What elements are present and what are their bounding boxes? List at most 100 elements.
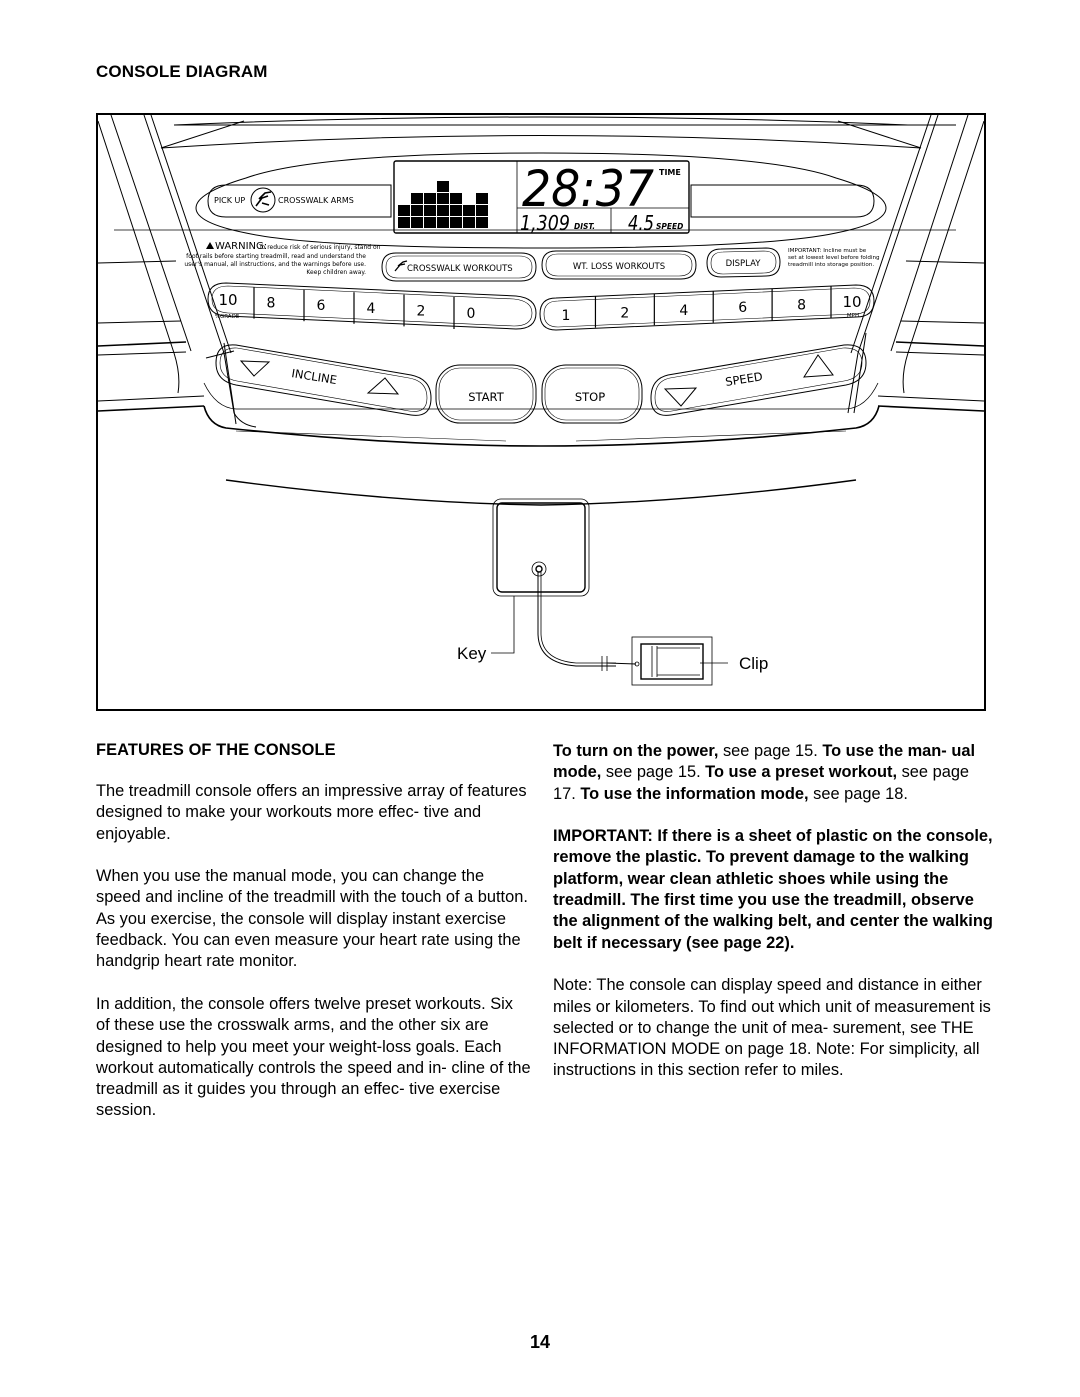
distance-label: DIST. [574,222,595,231]
safety-clip[interactable] [631,636,713,686]
features-right-column: To turn on the power, see page 15. To us… [553,741,995,1103]
profile-bar-cell [476,205,488,216]
time-value: 28:37 [522,160,654,218]
distance-value: 1,309 [520,211,570,235]
svg-text:START: START [468,390,504,404]
speed-key-10[interactable]: 10 [842,293,861,311]
speed-unit-label: MPH [847,313,859,319]
ref-preset-bold: To use a preset workout, [705,763,898,782]
incline-down-arrow-icon [239,360,271,377]
incline-keypad: 10 8 6 4 2 0 %GRADE [207,282,537,330]
page-references-paragraph: To turn on the power, see page 15. To us… [553,741,995,805]
intro-paragraph: The treadmill console offers an impressi… [96,782,527,843]
important-paragraph: IMPORTANT: If there is a sheet of plasti… [553,827,993,952]
svg-text:CROSSWALK WORKOUTS: CROSSWALK WORKOUTS [407,264,513,274]
speed-label: SPEED [656,222,683,231]
svg-text:DISPLAY: DISPLAY [726,259,762,269]
profile-bar-cell [437,217,449,228]
profile-bar-cell [424,217,436,228]
incline-button[interactable]: INCLINE [215,344,432,416]
important-incline-note: IMPORTANT: Incline must be set at lowest… [788,248,880,268]
profile-bar-cell [476,193,488,204]
start-button[interactable]: START [435,364,537,424]
ref-manual-text: see page 15. [601,763,706,782]
section-title-features: FEATURES OF THE CONSOLE [96,741,336,759]
profile-bar-cell [450,205,462,216]
incline-key-2[interactable]: 2 [417,303,426,319]
svg-text:IMPORTANT: Incline must be: IMPORTANT: Incline must be [788,248,867,254]
speed-down-arrow-icon [663,387,698,407]
warning-line-1: To reduce risk of serious injury, stand … [258,244,381,251]
crosswalk-workouts-button[interactable]: CROSSWALK WORKOUTS [381,252,537,282]
speed-keypad: 1 2 4 6 8 10 MPH [539,284,875,331]
time-label: TIME [659,168,681,177]
incline-key-10[interactable]: 10 [218,291,237,309]
walker-icon [255,191,272,207]
key-receptacle [225,430,857,597]
warning-line-3: user's manual, all instructions, and the… [184,261,366,268]
wt-loss-workouts-button[interactable]: WT. LOSS WORKOUTS [541,250,697,280]
speed-key-2[interactable]: 2 [620,305,629,321]
lcd-display: 28:37 TIME 1,309 DIST. 4.5 SPEED [393,160,690,235]
speed-value: 4.5 [628,211,654,235]
pickup-label: PICK UP [214,196,245,205]
profile-bar-cell [450,217,462,228]
svg-text:STOP: STOP [575,390,605,404]
units-note-paragraph: Note: The console can display speed and … [553,976,991,1080]
display-button[interactable]: DISPLAY [706,247,781,278]
svg-text:SPEED: SPEED [724,369,763,389]
ref-power-text: see page 15. [718,742,823,760]
profile-bar-cell [450,193,462,204]
incline-key-0[interactable]: 0 [467,306,476,322]
incline-key-4[interactable]: 4 [367,301,376,317]
svg-text:INCLINE: INCLINE [291,366,338,387]
incline-key-8[interactable]: 8 [267,296,276,312]
svg-text:treadmill into storage positio: treadmill into storage position. [788,262,874,268]
page-number: 14 [529,1332,551,1352]
preset-workouts-paragraph: In addition, the console offers twelve p… [96,994,531,1120]
profile-bar-cell [463,205,475,216]
stop-button[interactable]: STOP [541,364,643,424]
svg-text:Key: Key [457,644,487,663]
profile-bar-graph [398,181,488,228]
svg-text:WT. LOSS WORKOUTS: WT. LOSS WORKOUTS [573,262,665,272]
section-title-console-diagram: CONSOLE DIAGRAM [96,62,268,81]
safety-key-tether [537,572,640,671]
warning-line-4: Keep children away. [306,269,366,276]
crosswalk-arms-label: CROSSWALK ARMS [278,196,354,205]
profile-bar-cell [398,205,410,216]
console-diagram: PICK UP CROSSWALK ARMS 28:37 TIME 1,309 … [96,113,986,711]
clip-callout: Clip [700,654,768,673]
pickup-crosswalk-arms-label: PICK UP CROSSWALK ARMS [207,184,392,218]
walker-icon [394,260,408,272]
warning-triangle-icon [206,242,214,249]
speed-key-6[interactable]: 6 [738,300,747,316]
profile-bar-cell [411,205,423,216]
svg-text:set at lowest level before fol: set at lowest level before folding [788,255,880,261]
incline-key-6[interactable]: 6 [317,298,326,314]
key-callout: Key [457,596,515,663]
ref-info-text: see page 18. [808,784,908,803]
warning-line-2: foot rails before starting treadmill, re… [186,253,366,260]
speed-up-arrow-icon [803,354,834,378]
profile-bar-cell [424,205,436,216]
speed-button[interactable]: SPEED [650,344,867,416]
profile-bar-cell [476,217,488,228]
profile-bar-cell [411,193,423,204]
manual-mode-paragraph: When you use the manual mode, you can ch… [96,867,528,971]
warning-label: WARNING: To reduce risk of serious injur… [184,241,380,276]
profile-bar-cell [398,217,410,228]
ref-info-bold: To use the information mode, [580,784,809,803]
key-socket [531,561,547,577]
incline-up-arrow-icon [366,377,400,395]
profile-bar-cell [411,217,423,228]
profile-bar-cell [437,181,449,192]
speed-key-4[interactable]: 4 [679,303,688,319]
incline-unit-label: %GRADE [215,314,240,320]
features-left-column: FEATURES OF THE CONSOLE The treadmill co… [96,740,531,1143]
speed-key-8[interactable]: 8 [797,298,806,314]
profile-bar-cell [424,193,436,204]
profile-bar-cell [463,217,475,228]
speed-key-1[interactable]: 1 [562,308,571,324]
profile-bar-cell [437,193,449,204]
